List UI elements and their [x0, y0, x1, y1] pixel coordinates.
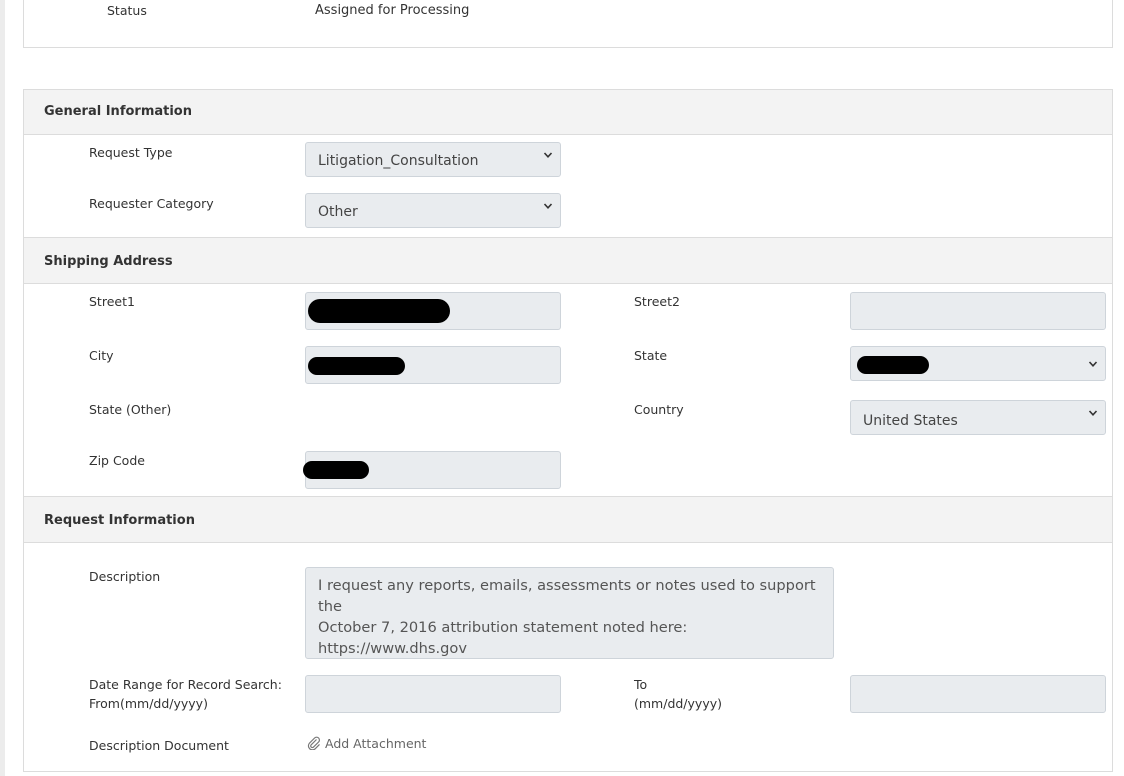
shipping-address-panel: Shipping Address Street1 Street2 City St… [23, 237, 1113, 497]
description-textarea[interactable]: I request any reports, emails, assessmen… [305, 567, 834, 659]
redaction [857, 356, 929, 374]
date-from-label-line1: Date Range for Record Search: [89, 677, 282, 692]
street2-field[interactable] [850, 292, 1106, 330]
country-select[interactable]: United States [850, 400, 1106, 435]
redaction [308, 357, 405, 375]
country-value: United States [863, 413, 958, 429]
requester-category-select[interactable]: Other [305, 193, 561, 228]
date-to-label-line1: To [634, 677, 648, 692]
country-label: Country [634, 402, 684, 417]
request-type-label: Request Type [89, 145, 173, 160]
chevron-down-icon [1088, 361, 1098, 367]
description-text: I request any reports, emails, assessmen… [318, 577, 816, 657]
requester-category-label: Requester Category [89, 196, 214, 211]
description-document-label: Description Document [89, 738, 229, 753]
general-information-header: General Information [24, 90, 1112, 135]
chevron-down-icon [543, 203, 553, 209]
redaction [308, 299, 450, 323]
zip-code-label: Zip Code [89, 453, 145, 468]
date-to-label-line2: (mm/dd/yyyy) [634, 696, 722, 711]
general-information-panel: General Information Request Type Litigat… [23, 89, 1113, 238]
state-label: State [634, 348, 668, 363]
city-label: City [89, 348, 114, 363]
general-information-title: General Information [44, 104, 192, 119]
date-to-label: To (mm/dd/yyyy) [634, 675, 722, 713]
paperclip-icon [307, 736, 321, 751]
street1-field[interactable] [305, 292, 561, 330]
state-other-label: State (Other) [89, 402, 172, 417]
requester-category-value: Other [318, 204, 358, 220]
state-select[interactable] [850, 346, 1106, 381]
date-from-label-line2: From(mm/dd/yyyy) [89, 696, 208, 711]
status-panel: Status Assigned for Processing [23, 0, 1113, 48]
request-type-value: Litigation_Consultation [318, 153, 479, 169]
chevron-down-icon [543, 152, 553, 158]
zip-code-field[interactable] [303, 451, 561, 489]
shipping-address-title: Shipping Address [44, 254, 173, 269]
status-value: Assigned for Processing [315, 3, 470, 18]
request-information-title: Request Information [44, 513, 195, 528]
left-rail [0, 0, 5, 776]
redaction [303, 461, 369, 479]
date-from-label: Date Range for Record Search: From(mm/dd… [89, 675, 282, 713]
date-from-field[interactable] [305, 675, 561, 713]
request-type-select[interactable]: Litigation_Consultation [305, 142, 561, 177]
request-information-header: Request Information [24, 497, 1112, 543]
street2-label: Street2 [634, 294, 680, 309]
add-attachment-label: Add Attachment [325, 736, 427, 751]
status-label: Status [107, 3, 147, 18]
date-to-field[interactable] [850, 675, 1106, 713]
description-label: Description [89, 569, 161, 584]
city-field[interactable] [305, 346, 561, 384]
street1-label: Street1 [89, 294, 135, 309]
shipping-address-header: Shipping Address [24, 238, 1112, 284]
chevron-down-icon [1088, 410, 1098, 416]
request-information-panel: Request Information Description I reques… [23, 496, 1113, 772]
add-attachment-link[interactable]: Add Attachment [307, 736, 426, 751]
